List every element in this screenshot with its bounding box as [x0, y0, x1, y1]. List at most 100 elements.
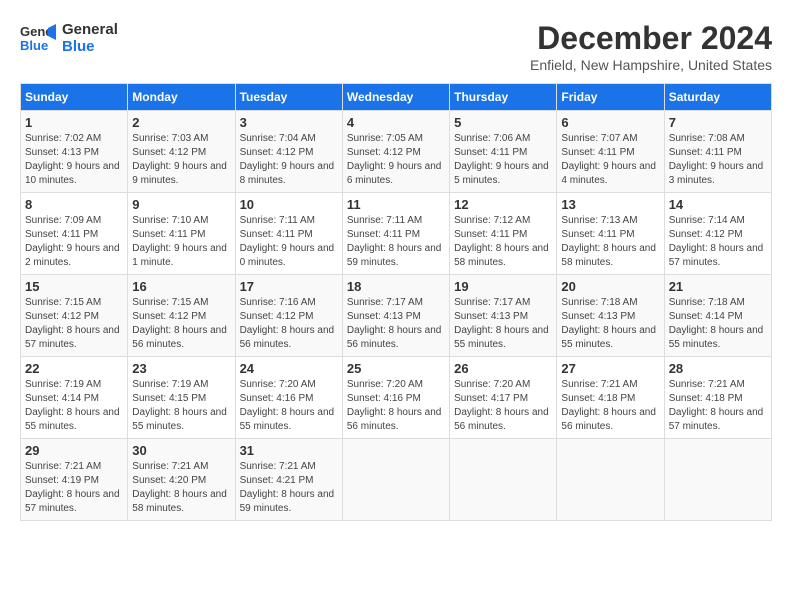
calendar-cell: 31 Sunrise: 7:21 AM Sunset: 4:21 PM Dayli… — [235, 439, 342, 521]
day-number: 6 — [561, 115, 659, 130]
calendar-cell: 12 Sunrise: 7:12 AM Sunset: 4:11 PM Dayli… — [450, 193, 557, 275]
day-info: Sunrise: 7:07 AM Sunset: 4:11 PM Dayligh… — [561, 132, 659, 188]
day-number: 7 — [669, 115, 767, 130]
logo: General Blue General Blue — [20, 20, 118, 56]
day-number: 27 — [561, 361, 659, 376]
title-block: December 2024 Enfield, New Hampshire, Un… — [530, 20, 772, 73]
calendar-cell: 25 Sunrise: 7:20 AM Sunset: 4:16 PM Dayli… — [342, 357, 449, 439]
day-header-tuesday: Tuesday — [235, 84, 342, 111]
day-info: Sunrise: 7:21 AM Sunset: 4:19 PM Dayligh… — [25, 460, 123, 516]
day-info: Sunrise: 7:20 AM Sunset: 4:16 PM Dayligh… — [347, 378, 445, 434]
day-number: 19 — [454, 279, 552, 294]
day-number: 12 — [454, 197, 552, 212]
day-header-friday: Friday — [557, 84, 664, 111]
day-number: 15 — [25, 279, 123, 294]
day-info: Sunrise: 7:21 AM Sunset: 4:18 PM Dayligh… — [561, 378, 659, 434]
day-info: Sunrise: 7:11 AM Sunset: 4:11 PM Dayligh… — [347, 214, 445, 270]
location: Enfield, New Hampshire, United States — [530, 57, 772, 73]
day-info: Sunrise: 7:20 AM Sunset: 4:17 PM Dayligh… — [454, 378, 552, 434]
day-number: 25 — [347, 361, 445, 376]
day-header-thursday: Thursday — [450, 84, 557, 111]
day-info: Sunrise: 7:21 AM Sunset: 4:20 PM Dayligh… — [132, 460, 230, 516]
day-info: Sunrise: 7:19 AM Sunset: 4:15 PM Dayligh… — [132, 378, 230, 434]
calendar-cell: 1 Sunrise: 7:02 AM Sunset: 4:13 PM Daylig… — [21, 111, 128, 193]
calendar-week-row: 29 Sunrise: 7:21 AM Sunset: 4:19 PM Dayli… — [21, 439, 772, 521]
calendar-cell: 26 Sunrise: 7:20 AM Sunset: 4:17 PM Dayli… — [450, 357, 557, 439]
day-info: Sunrise: 7:04 AM Sunset: 4:12 PM Dayligh… — [240, 132, 338, 188]
day-number: 29 — [25, 443, 123, 458]
day-info: Sunrise: 7:19 AM Sunset: 4:14 PM Dayligh… — [25, 378, 123, 434]
day-number: 20 — [561, 279, 659, 294]
day-number: 5 — [454, 115, 552, 130]
calendar-cell: 8 Sunrise: 7:09 AM Sunset: 4:11 PM Daylig… — [21, 193, 128, 275]
calendar-cell — [664, 439, 771, 521]
calendar-cell: 9 Sunrise: 7:10 AM Sunset: 4:11 PM Daylig… — [128, 193, 235, 275]
day-info: Sunrise: 7:09 AM Sunset: 4:11 PM Dayligh… — [25, 214, 123, 270]
day-number: 14 — [669, 197, 767, 212]
calendar-week-row: 1 Sunrise: 7:02 AM Sunset: 4:13 PM Daylig… — [21, 111, 772, 193]
day-number: 21 — [669, 279, 767, 294]
calendar-week-row: 8 Sunrise: 7:09 AM Sunset: 4:11 PM Daylig… — [21, 193, 772, 275]
calendar-table: SundayMondayTuesdayWednesdayThursdayFrid… — [20, 83, 772, 521]
calendar-cell: 10 Sunrise: 7:11 AM Sunset: 4:11 PM Dayli… — [235, 193, 342, 275]
calendar-cell — [557, 439, 664, 521]
day-number: 22 — [25, 361, 123, 376]
day-number: 2 — [132, 115, 230, 130]
day-info: Sunrise: 7:15 AM Sunset: 4:12 PM Dayligh… — [132, 296, 230, 352]
day-number: 26 — [454, 361, 552, 376]
calendar-cell: 18Sunrise: 7:17 AM Sunset: 4:13 PM Dayli… — [342, 275, 449, 357]
page-header: General Blue General Blue December 2024 … — [20, 20, 772, 73]
day-number: 8 — [25, 197, 123, 212]
day-info: Sunrise: 7:05 AM Sunset: 4:12 PM Dayligh… — [347, 132, 445, 188]
day-number: 1 — [25, 115, 123, 130]
day-header-monday: Monday — [128, 84, 235, 111]
calendar-cell: 15Sunrise: 7:15 AM Sunset: 4:12 PM Dayli… — [21, 275, 128, 357]
day-number: 28 — [669, 361, 767, 376]
day-number: 4 — [347, 115, 445, 130]
day-header-saturday: Saturday — [664, 84, 771, 111]
day-number: 16 — [132, 279, 230, 294]
calendar-cell: 22 Sunrise: 7:19 AM Sunset: 4:14 PM Dayli… — [21, 357, 128, 439]
day-info: Sunrise: 7:16 AM Sunset: 4:12 PM Dayligh… — [240, 296, 338, 352]
day-info: Sunrise: 7:03 AM Sunset: 4:12 PM Dayligh… — [132, 132, 230, 188]
calendar-cell: 3 Sunrise: 7:04 AM Sunset: 4:12 PM Daylig… — [235, 111, 342, 193]
calendar-cell: 2 Sunrise: 7:03 AM Sunset: 4:12 PM Daylig… — [128, 111, 235, 193]
month-title: December 2024 — [530, 20, 772, 57]
day-number: 9 — [132, 197, 230, 212]
calendar-cell: 27 Sunrise: 7:21 AM Sunset: 4:18 PM Dayli… — [557, 357, 664, 439]
day-info: Sunrise: 7:17 AM Sunset: 4:13 PM Dayligh… — [454, 296, 552, 352]
calendar-cell: 14 Sunrise: 7:14 AM Sunset: 4:12 PM Dayli… — [664, 193, 771, 275]
day-header-sunday: Sunday — [21, 84, 128, 111]
day-info: Sunrise: 7:12 AM Sunset: 4:11 PM Dayligh… — [454, 214, 552, 270]
day-number: 3 — [240, 115, 338, 130]
day-number: 31 — [240, 443, 338, 458]
day-number: 17 — [240, 279, 338, 294]
day-info: Sunrise: 7:13 AM Sunset: 4:11 PM Dayligh… — [561, 214, 659, 270]
day-info: Sunrise: 7:10 AM Sunset: 4:11 PM Dayligh… — [132, 214, 230, 270]
day-info: Sunrise: 7:02 AM Sunset: 4:13 PM Dayligh… — [25, 132, 123, 188]
calendar-cell: 20 Sunrise: 7:18 AM Sunset: 4:13 PM Dayli… — [557, 275, 664, 357]
day-number: 10 — [240, 197, 338, 212]
day-number: 13 — [561, 197, 659, 212]
calendar-cell: 11Sunrise: 7:11 AM Sunset: 4:11 PM Dayli… — [342, 193, 449, 275]
day-number: 23 — [132, 361, 230, 376]
day-header-wednesday: Wednesday — [342, 84, 449, 111]
calendar-cell: 5Sunrise: 7:06 AM Sunset: 4:11 PM Daylig… — [450, 111, 557, 193]
calendar-week-row: 15 Sunrise: 7:15 AM Sunset: 4:12 PM Dayli… — [21, 275, 772, 357]
calendar-cell: 21 Sunrise: 7:18 AM Sunset: 4:14 PM Dayli… — [664, 275, 771, 357]
calendar-cell: 24 Sunrise: 7:20 AM Sunset: 4:16 PM Dayli… — [235, 357, 342, 439]
day-info: Sunrise: 7:21 AM Sunset: 4:21 PM Dayligh… — [240, 460, 338, 516]
calendar-week-row: 22 Sunrise: 7:19 AM Sunset: 4:14 PM Dayli… — [21, 357, 772, 439]
calendar-cell: 6 Sunrise: 7:07 AM Sunset: 4:11 PM Daylig… — [557, 111, 664, 193]
day-info: Sunrise: 7:14 AM Sunset: 4:12 PM Dayligh… — [669, 214, 767, 270]
day-info: Sunrise: 7:17 AM Sunset: 4:13 PM Dayligh… — [347, 296, 445, 352]
day-info: Sunrise: 7:20 AM Sunset: 4:16 PM Dayligh… — [240, 378, 338, 434]
day-info: Sunrise: 7:18 AM Sunset: 4:14 PM Dayligh… — [669, 296, 767, 352]
day-info: Sunrise: 7:11 AM Sunset: 4:11 PM Dayligh… — [240, 214, 338, 270]
day-info: Sunrise: 7:08 AM Sunset: 4:11 PM Dayligh… — [669, 132, 767, 188]
calendar-cell: 4 Sunrise: 7:05 AM Sunset: 4:12 PM Daylig… — [342, 111, 449, 193]
day-info: Sunrise: 7:18 AM Sunset: 4:13 PM Dayligh… — [561, 296, 659, 352]
day-number: 24 — [240, 361, 338, 376]
calendar-cell — [342, 439, 449, 521]
logo-line2: Blue — [62, 38, 118, 55]
